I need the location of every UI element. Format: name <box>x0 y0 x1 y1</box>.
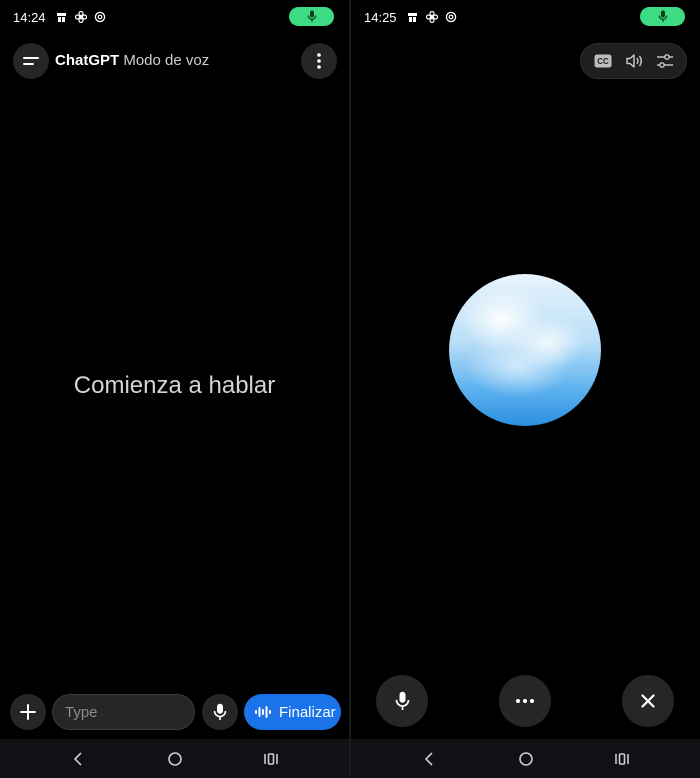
dictate-button[interactable] <box>202 694 238 730</box>
audio-waveform-icon <box>255 706 271 718</box>
recents-icon <box>615 753 629 765</box>
sliders-icon <box>656 54 673 68</box>
voice-mode-screen-idle: 14:24 ChatGPT Modo de voz Comienza a hab… <box>0 0 349 778</box>
app-name: ChatGPT <box>55 52 120 69</box>
mic-icon <box>658 10 667 22</box>
recents-icon <box>264 753 278 765</box>
end-voice-button[interactable]: Finalizar <box>244 694 341 730</box>
mic-active-indicator <box>640 7 685 26</box>
home-nav-button[interactable] <box>517 750 535 768</box>
mic-icon <box>395 691 409 710</box>
mute-mic-button[interactable] <box>376 675 428 727</box>
menu-icon <box>23 57 39 65</box>
end-voice-label: Finalizar <box>279 703 336 721</box>
recents-nav-button[interactable] <box>262 750 280 768</box>
recents-nav-button[interactable] <box>613 750 631 768</box>
home-icon <box>168 752 182 766</box>
system-nav-bar <box>351 739 700 778</box>
speaker-icon <box>625 54 642 68</box>
notification-icon <box>56 11 68 23</box>
status-bar: 14:25 <box>351 0 700 34</box>
message-input[interactable]: Type <box>52 694 195 730</box>
voice-controls-group: CC <box>580 43 687 79</box>
chatgpt-logo-icon <box>445 11 457 23</box>
system-nav-bar <box>0 739 349 778</box>
back-icon <box>73 752 82 766</box>
ellipsis-icon <box>516 699 534 703</box>
voice-prompt-text: Comienza a hablar <box>73 372 276 399</box>
voice-activity-orb <box>449 274 601 426</box>
speaker-button[interactable] <box>623 50 645 72</box>
home-nav-button[interactable] <box>166 750 184 768</box>
add-attachment-button[interactable] <box>10 694 46 730</box>
mode-label: Modo de voz <box>123 52 210 69</box>
back-nav-button[interactable] <box>69 750 87 768</box>
pinwheel-icon <box>425 11 438 23</box>
svg-text:CC: CC <box>597 57 609 66</box>
pinwheel-icon <box>74 11 87 23</box>
back-icon <box>424 752 433 766</box>
mic-active-indicator <box>289 7 334 26</box>
end-session-button[interactable] <box>622 675 674 727</box>
home-icon <box>519 752 533 766</box>
mic-icon <box>213 703 227 720</box>
voice-mode-screen-active: 14:25 CC <box>351 0 700 778</box>
notification-icon <box>407 11 419 23</box>
status-time: 14:24 <box>13 9 46 25</box>
voice-settings-button[interactable] <box>654 50 676 72</box>
back-nav-button[interactable] <box>420 750 438 768</box>
page-title: ChatGPT Modo de voz <box>55 52 209 69</box>
mic-icon <box>307 10 316 22</box>
kebab-icon <box>317 53 321 69</box>
message-input-placeholder: Type <box>65 703 98 721</box>
plus-icon <box>20 704 36 720</box>
captions-button[interactable]: CC <box>592 50 614 72</box>
sidebar-menu-button[interactable] <box>13 43 49 79</box>
close-icon <box>641 694 655 708</box>
more-actions-button[interactable] <box>499 675 551 727</box>
more-options-button[interactable] <box>301 43 337 79</box>
chatgpt-logo-icon <box>94 11 106 23</box>
status-time: 14:25 <box>364 9 397 25</box>
status-bar: 14:24 <box>0 0 349 34</box>
closed-captions-icon: CC <box>594 54 611 68</box>
